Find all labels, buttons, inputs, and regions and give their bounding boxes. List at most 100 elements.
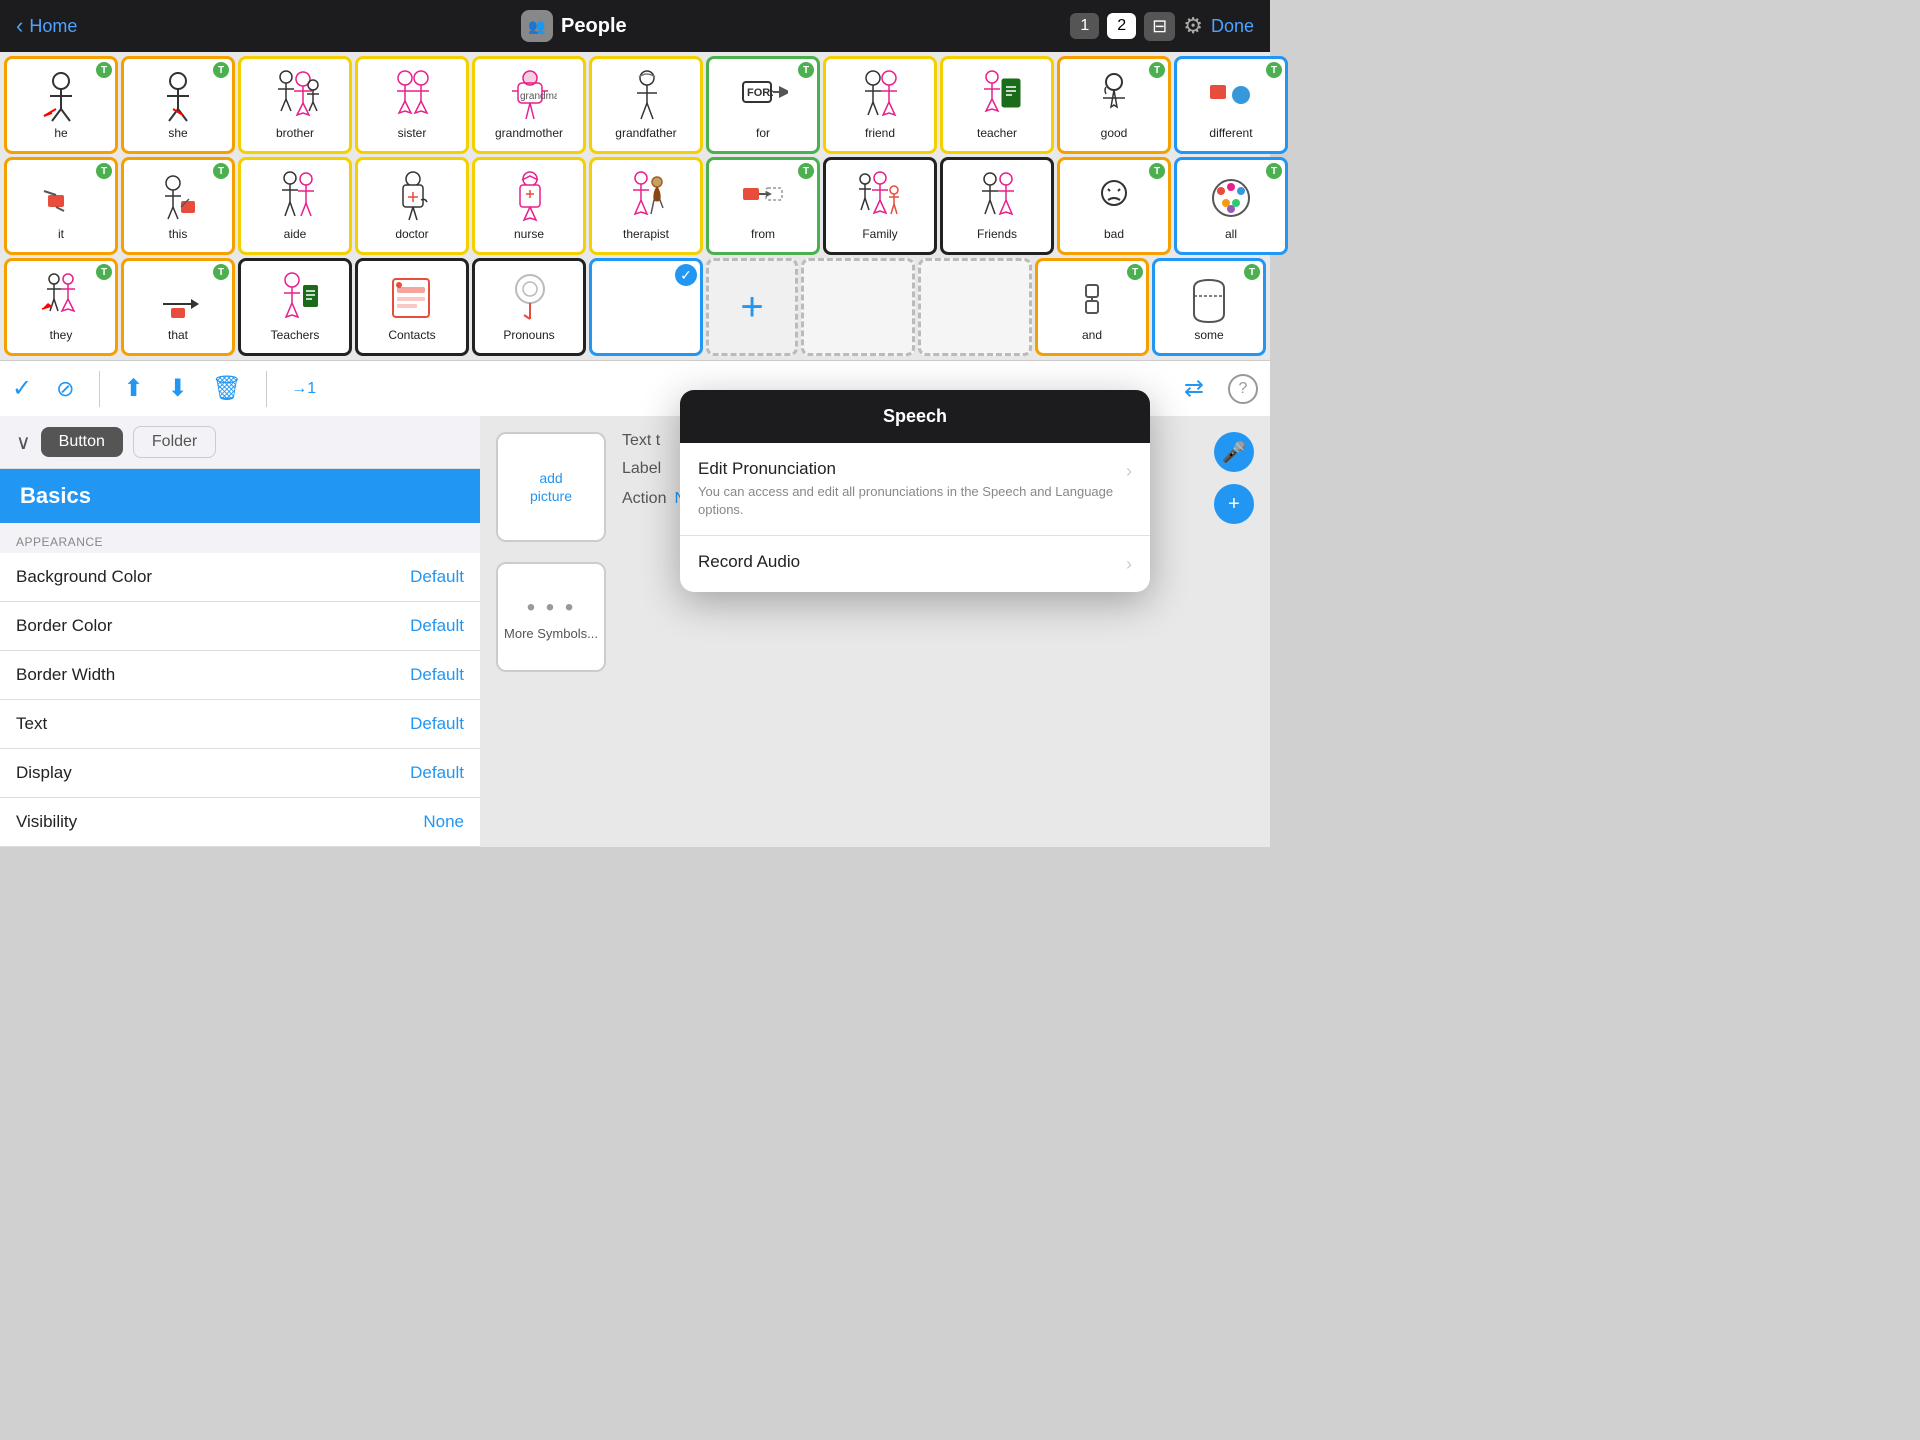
cell-sister[interactable]: sister xyxy=(355,56,469,154)
setting-text-value: Default xyxy=(410,714,464,734)
page-1-button[interactable]: 1 xyxy=(1070,13,1099,39)
edit-pronunciation-item[interactable]: Edit Pronunciation You can access and ed… xyxy=(680,443,1150,536)
toolbar-check-button[interactable]: ✓ xyxy=(12,374,32,403)
cell-and[interactable]: T and xyxy=(1035,258,1149,356)
setting-border-color[interactable]: Border Color Default xyxy=(0,602,480,651)
cell-good[interactable]: T good xyxy=(1057,56,1171,154)
cell-contacts[interactable]: Contacts xyxy=(355,258,469,356)
speech-modal: Speech Edit Pronunciation You can access… xyxy=(680,390,1150,592)
cell-some[interactable]: T some xyxy=(1152,258,1266,356)
cell-teacher-top[interactable]: teacher xyxy=(940,56,1054,154)
plus-icon: + xyxy=(740,285,763,330)
cell-bad-label: bad xyxy=(1104,227,1124,241)
more-symbols-label: More Symbols... xyxy=(504,626,598,641)
toolbar-no-button[interactable]: ⊘ xyxy=(56,376,74,402)
cell-nurse[interactable]: nurse xyxy=(472,157,586,255)
folder-type-button[interactable]: Folder xyxy=(133,426,216,458)
cell-bad[interactable]: T bad xyxy=(1057,157,1171,255)
toolbar-import-button[interactable]: ⬆ xyxy=(124,374,144,403)
cell-grandmother-label: grandmother xyxy=(495,126,563,140)
cell-pronouns-label: Pronouns xyxy=(503,328,554,342)
cell-aide[interactable]: aide xyxy=(238,157,352,255)
cell-brother[interactable]: brother xyxy=(238,56,352,154)
cell-doctor-icon xyxy=(382,170,442,225)
toolbar-jump-label[interactable]: →1 xyxy=(291,380,316,398)
toolbar-help-button[interactable]: ? xyxy=(1228,374,1258,404)
setting-visibility-label: Visibility xyxy=(16,812,77,832)
cell-sister-icon xyxy=(382,69,442,124)
grid-row-2: T it T this aide doctor xyxy=(4,157,1266,255)
button-type-button[interactable]: Button xyxy=(41,427,123,457)
cell-friends[interactable]: Friends xyxy=(940,157,1054,255)
record-audio-chevron-icon: › xyxy=(1126,554,1132,575)
appearance-section-label: APPEARANCE xyxy=(0,523,480,553)
record-audio-item[interactable]: Record Audio › xyxy=(680,536,1150,592)
microphone-icon-button[interactable]: 🎤 xyxy=(1214,432,1254,472)
cell-this-label: this xyxy=(169,227,188,241)
cell-friend[interactable]: friend xyxy=(823,56,937,154)
setting-border-width-label: Border Width xyxy=(16,665,115,685)
grid-row-1: T he T she brother sister xyxy=(4,56,1266,154)
cell-empty-check[interactable]: ✓ xyxy=(589,258,703,356)
more-symbols-box[interactable]: • • • More Symbols... xyxy=(496,562,606,672)
cell-teachers[interactable]: Teachers xyxy=(238,258,352,356)
setting-visibility[interactable]: Visibility None xyxy=(0,798,480,847)
cell-all[interactable]: T all xyxy=(1174,157,1288,255)
panel-dropdown-button[interactable]: ∨ xyxy=(16,430,31,455)
cell-that[interactable]: T that xyxy=(121,258,235,356)
nav-back[interactable]: ‹ Home xyxy=(16,13,77,39)
cell-from[interactable]: T from xyxy=(706,157,820,255)
done-button[interactable]: Done xyxy=(1211,16,1254,37)
cell-good-label: good xyxy=(1101,126,1128,140)
cell-add-new[interactable]: + xyxy=(706,258,798,356)
setting-text[interactable]: Text Default xyxy=(0,700,480,749)
cell-nurse-icon xyxy=(499,170,559,225)
cell-for[interactable]: T FOR: for xyxy=(706,56,820,154)
edit-pronunciation-desc: You can access and edit all pronunciatio… xyxy=(698,483,1118,519)
toolbar-copy-button[interactable]: ⬇ xyxy=(168,374,188,403)
t-badge: T xyxy=(1266,163,1282,179)
add-picture-box[interactable]: add picture xyxy=(496,432,606,542)
page-2-button[interactable]: 2 xyxy=(1107,13,1136,39)
record-audio-title: Record Audio xyxy=(698,552,1118,572)
toolbar-trash-button[interactable]: 🗑 xyxy=(212,374,242,403)
add-picture-line2: picture xyxy=(530,488,572,504)
cell-grandmother-icon: grandma xyxy=(499,69,559,124)
nav-title: People xyxy=(561,15,627,38)
layout-icon-button[interactable]: ⊟ xyxy=(1144,12,1175,41)
cell-grandmother[interactable]: grandma grandmother xyxy=(472,56,586,154)
cell-he[interactable]: T he xyxy=(4,56,118,154)
cell-teachers-icon xyxy=(265,271,325,326)
setting-display-label: Display xyxy=(16,763,72,783)
setting-display[interactable]: Display Default xyxy=(0,749,480,798)
cell-that-icon xyxy=(148,271,208,326)
settings-icon[interactable]: ⚙ xyxy=(1183,13,1203,39)
t-badge: T xyxy=(213,264,229,280)
cell-they[interactable]: T they xyxy=(4,258,118,356)
record-audio-content: Record Audio xyxy=(698,552,1118,576)
cell-this[interactable]: T this xyxy=(121,157,235,255)
cell-different-icon xyxy=(1201,69,1261,124)
add-speech-button[interactable]: + xyxy=(1214,484,1254,524)
cell-pronouns[interactable]: Pronouns xyxy=(472,258,586,356)
cell-from-icon xyxy=(733,170,793,225)
cell-it[interactable]: T it xyxy=(4,157,118,255)
nav-right-controls: 1 2 ⊟ ⚙ Done xyxy=(1070,12,1254,41)
setting-border-color-label: Border Color xyxy=(16,616,112,636)
cell-some-label: some xyxy=(1194,328,1223,342)
cell-she-icon xyxy=(148,69,208,124)
setting-border-width[interactable]: Border Width Default xyxy=(0,651,480,700)
t-badge: T xyxy=(1127,264,1143,280)
nav-title-area: 👥 People xyxy=(521,10,627,42)
cell-aide-label: aide xyxy=(284,227,307,241)
cell-family[interactable]: Family xyxy=(823,157,937,255)
cell-grandfather[interactable]: grandfather xyxy=(589,56,703,154)
cell-therapist[interactable]: therapist xyxy=(589,157,703,255)
cell-she[interactable]: T she xyxy=(121,56,235,154)
svg-text:grandma: grandma xyxy=(520,91,557,102)
selected-category[interactable]: Basics xyxy=(0,469,480,523)
toolbar-swap-button[interactable]: ⇄ xyxy=(1184,374,1204,403)
cell-doctor[interactable]: doctor xyxy=(355,157,469,255)
cell-different[interactable]: T different xyxy=(1174,56,1288,154)
setting-bg-color[interactable]: Background Color Default xyxy=(0,553,480,602)
